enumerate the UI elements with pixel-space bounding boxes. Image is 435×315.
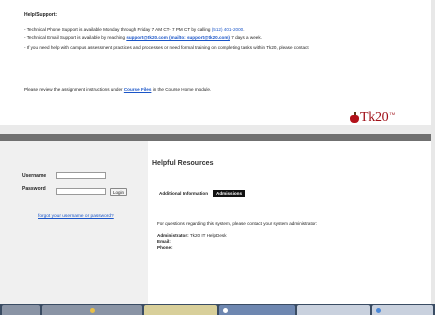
tk20-logo: Tk20 TM — [350, 110, 396, 125]
phone-number: (512) 401-2000 — [211, 27, 244, 32]
browser-icon — [90, 308, 95, 313]
password-input[interactable] — [56, 188, 106, 195]
tab-admissions[interactable]: Admissions — [213, 190, 246, 197]
window-icon — [223, 308, 228, 313]
apple-icon — [350, 112, 359, 123]
help-support-title: Help/Support: — [24, 12, 58, 18]
brand-name: Tk20 — [360, 110, 389, 125]
taskbar-button[interactable] — [144, 305, 217, 315]
email-support-line: - Technical Email Support is available b… — [24, 35, 262, 40]
window-scrollbar-edge — [431, 0, 435, 315]
taskbar-button[interactable] — [2, 305, 40, 315]
resources-tabs: Additional Information Admissions — [156, 190, 246, 197]
login-button[interactable]: Login — [110, 188, 127, 196]
separator-light — [0, 125, 431, 134]
tab-additional-information[interactable]: Additional Information — [156, 190, 211, 197]
course-files-link[interactable]: Course Files — [124, 87, 152, 92]
login-panel — [0, 141, 148, 304]
taskbar-button[interactable] — [372, 305, 433, 315]
helpful-resources-title: Helpful Resources — [152, 160, 214, 167]
username-input[interactable] — [56, 172, 106, 179]
phone-line: Phone: — [157, 245, 173, 250]
administrator-line: Administrator: Tk20 IT HelpDesk — [157, 233, 227, 238]
password-label: Password — [22, 186, 46, 192]
announcement-section: Help/Support: - Technical Phone Support … — [0, 0, 431, 125]
questions-text: For questions regarding this system, ple… — [157, 221, 318, 226]
separator-dark — [0, 134, 431, 141]
support-email-link[interactable]: support@tk20.com (mailto: support@tk20.c… — [126, 35, 230, 40]
app-icon — [376, 308, 381, 313]
campus-help-line: - If you need help with campus assessmen… — [24, 45, 309, 50]
forgot-credentials-link[interactable]: forgot your username or password? — [38, 214, 114, 219]
phone-support-line: - Technical Phone Support is available M… — [24, 27, 245, 32]
login-page: Help/Support: - Technical Phone Support … — [0, 0, 431, 315]
taskbar — [0, 304, 435, 315]
email-line: Email: — [157, 239, 171, 244]
brand-trademark: TM — [389, 111, 396, 116]
taskbar-button[interactable] — [297, 305, 370, 315]
username-label: Username — [22, 173, 47, 179]
taskbar-button[interactable] — [42, 305, 142, 315]
review-instructions-line: Please review the assignment instruction… — [24, 87, 212, 92]
taskbar-button[interactable] — [219, 305, 295, 315]
